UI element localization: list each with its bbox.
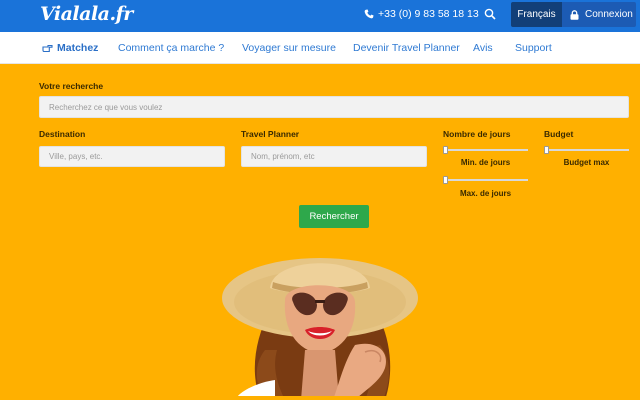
nav-item-travel-planner[interactable]: Devenir Travel Planner <box>353 42 460 54</box>
top-bar: Vialala.fr +33 (0) 9 83 58 18 13 Françai… <box>0 0 640 32</box>
hero-woman-image <box>222 258 418 400</box>
slider-handle[interactable] <box>544 146 549 154</box>
nav-item-matchez[interactable]: Matchez <box>42 42 98 54</box>
planner-label: Travel Planner <box>241 129 300 139</box>
days-min-caption: Min. de jours <box>460 158 511 167</box>
budget-max-caption: Budget max <box>563 158 610 167</box>
main-nav: Matchez Comment ça marche ? Voyager sur … <box>0 32 640 64</box>
hand-pointing-icon <box>42 44 53 53</box>
days-label: Nombre de jours <box>443 129 511 139</box>
slider-handle[interactable] <box>443 176 448 184</box>
logo[interactable]: Vialala.fr <box>40 3 133 25</box>
login-button[interactable]: Connexion <box>562 2 636 27</box>
destination-label: Destination <box>39 129 86 139</box>
nav-item-support[interactable]: Support <box>515 42 552 54</box>
bottom-strip <box>0 396 640 400</box>
days-min-slider[interactable] <box>443 146 528 154</box>
search-icon[interactable] <box>484 8 496 20</box>
nav-item-voyager[interactable]: Voyager sur mesure <box>242 42 336 54</box>
phone-icon <box>364 9 374 19</box>
nav-item-avis[interactable]: Avis <box>473 42 493 54</box>
nav-item-label: Matchez <box>57 42 99 54</box>
budget-label: Budget <box>544 129 574 139</box>
slider-track <box>443 149 528 151</box>
slider-track <box>443 179 528 181</box>
phone-contact[interactable]: +33 (0) 9 83 58 18 13 <box>364 8 479 20</box>
slider-track <box>544 149 629 151</box>
destination-input[interactable]: Ville, pays, etc. <box>39 146 225 167</box>
nav-item-comment[interactable]: Comment ça marche ? <box>118 42 224 54</box>
phone-number: +33 (0) 9 83 58 18 13 <box>378 8 479 20</box>
slider-handle[interactable] <box>443 146 448 154</box>
days-max-caption: Max. de jours <box>459 189 512 198</box>
planner-input[interactable]: Nom, prénom, etc <box>241 146 427 167</box>
lock-icon <box>570 9 579 20</box>
language-button[interactable]: Français <box>511 2 562 27</box>
search-title: Votre recherche <box>39 81 104 91</box>
days-max-slider[interactable] <box>443 176 528 184</box>
login-label: Connexion <box>585 9 633 20</box>
search-input[interactable]: Recherchez ce que vous voulez <box>39 96 629 118</box>
search-submit-button[interactable]: Rechercher <box>299 205 369 228</box>
budget-max-slider[interactable] <box>544 146 629 154</box>
